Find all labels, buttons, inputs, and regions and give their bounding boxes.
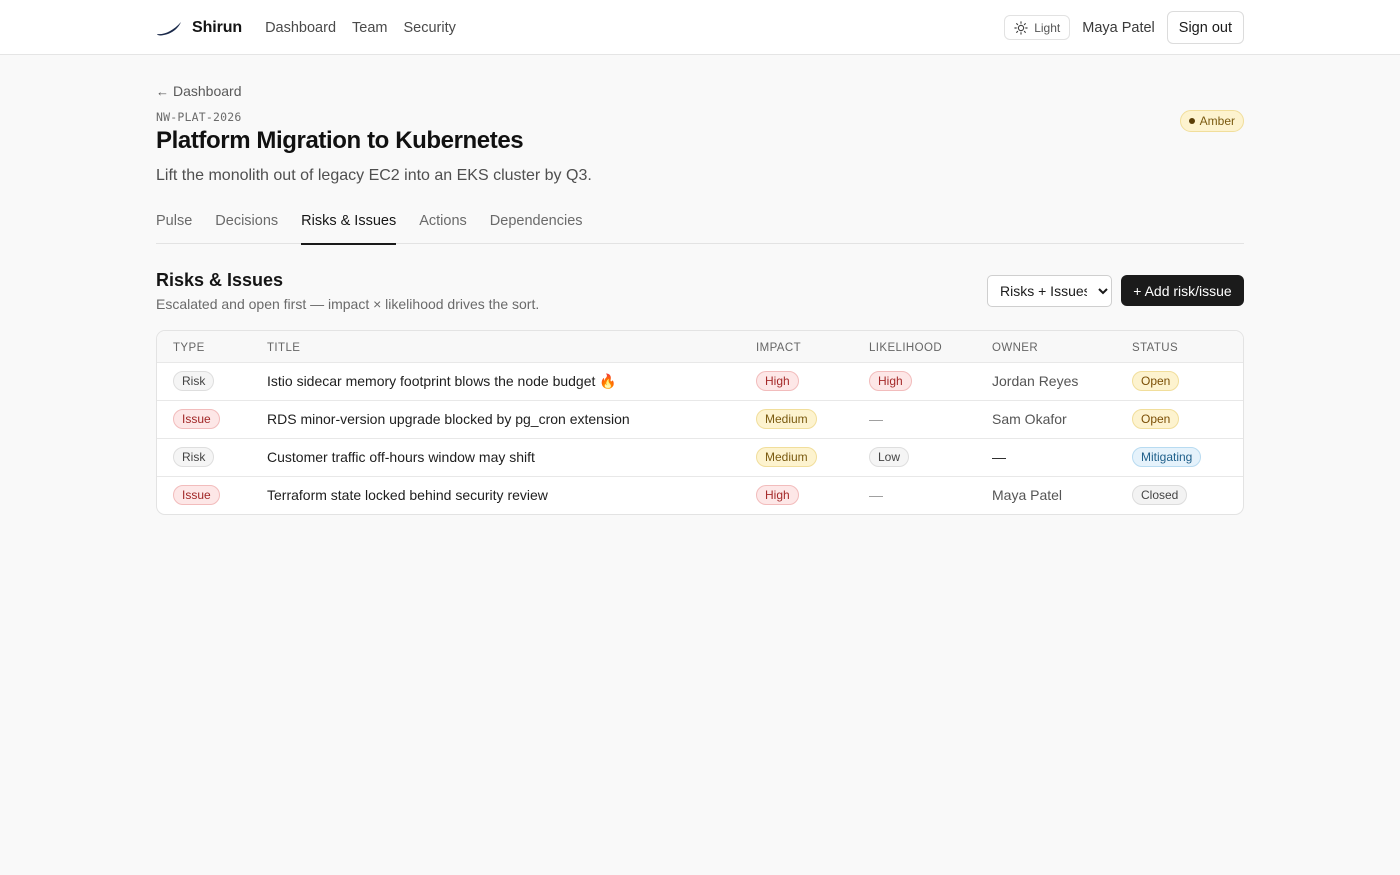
table-row[interactable]: Issue RDS minor-version upgrade blocked …: [157, 400, 1243, 438]
impact-badge: Medium: [756, 409, 817, 429]
likelihood-empty: —: [869, 487, 883, 504]
nav-link-dashboard[interactable]: Dashboard: [265, 20, 336, 36]
brand[interactable]: Shirun: [156, 19, 242, 37]
rag-status-badge: Amber: [1179, 110, 1244, 132]
project-code: NW-PLAT-2026: [156, 110, 242, 124]
impact-badge: High: [756, 371, 799, 391]
type-badge: Issue: [173, 409, 220, 429]
status-badge: Closed: [1132, 485, 1188, 506]
likelihood-badge: High: [869, 371, 912, 391]
row-title: Istio sidecar memory footprint blows the…: [267, 372, 596, 389]
col-header-type[interactable]: TYPE: [157, 331, 267, 362]
owner-cell: Sam Okafor: [992, 411, 1067, 427]
type-badge: Risk: [173, 371, 215, 391]
project-tabs: Pulse Decisions Risks & Issues Actions D…: [156, 206, 1244, 245]
arrow-left-icon: ←: [156, 83, 169, 99]
risks-issues-table: TYPE TITLE IMPACT LIKELIHOOD OWNER STATU…: [156, 330, 1244, 515]
section-title: Risks & Issues: [156, 270, 284, 290]
status-badge: Open: [1132, 371, 1180, 391]
row-title-cell[interactable]: RDS minor-version upgrade blocked by pg_…: [267, 400, 756, 438]
status-badge: Open: [1132, 409, 1180, 429]
col-header-owner[interactable]: OWNER: [992, 331, 1132, 362]
status-dot-icon: [1188, 118, 1195, 124]
tab-pulse[interactable]: Pulse: [156, 206, 192, 244]
likelihood-empty: —: [869, 411, 883, 427]
row-title: Customer traffic off-hours window may sh…: [267, 449, 535, 465]
tab-actions[interactable]: Actions: [419, 206, 467, 244]
row-title-cell[interactable]: Customer traffic off-hours window may sh…: [267, 438, 756, 476]
owner-cell: Maya Patel: [992, 487, 1063, 504]
col-header-status[interactable]: STATUS: [1132, 331, 1243, 362]
brand-logo-icon: [157, 21, 181, 36]
table-row[interactable]: Issue Terraform state locked behind secu…: [157, 476, 1243, 514]
navbar-inner: Shirun Dashboard Team Security Light May…: [156, 0, 1244, 55]
status-badge: Mitigating: [1132, 447, 1202, 467]
owner-cell: Jordan Reyes: [992, 373, 1079, 389]
section-description: Escalated and open first — impact × like…: [156, 296, 540, 312]
navbar-right: Light Maya Patel Sign out: [1004, 11, 1244, 44]
risks-table: TYPE TITLE IMPACT LIKELIHOOD OWNER STATU…: [157, 331, 1243, 514]
col-header-impact[interactable]: IMPACT: [756, 331, 869, 362]
owner-cell: —: [992, 449, 1006, 465]
col-header-likelihood[interactable]: LIKELIHOOD: [869, 331, 992, 362]
row-title-cell[interactable]: Terraform state locked behind security r…: [267, 476, 756, 514]
row-title: RDS minor-version upgrade blocked by pg_…: [267, 411, 630, 427]
tab-decisions[interactable]: Decisions: [215, 206, 278, 244]
nav-link-security[interactable]: Security: [403, 20, 455, 36]
top-navbar: Shirun Dashboard Team Security Light May…: [0, 0, 1400, 55]
page-subtitle: Lift the monolith out of legacy EC2 into…: [156, 167, 592, 184]
current-user-name: Maya Patel: [1082, 19, 1155, 36]
type-filter-select[interactable]: Risks + Issues: [987, 275, 1112, 307]
theme-toggle-label: Light: [1034, 20, 1061, 35]
row-title: Terraform state locked behind security r…: [267, 487, 548, 504]
back-to-dashboard-link[interactable]: ← Dashboard: [156, 83, 242, 99]
theme-toggle-button[interactable]: Light: [1004, 15, 1071, 40]
table-row[interactable]: Risk Customer traffic off-hours window m…: [157, 438, 1243, 476]
row-title-cell[interactable]: Istio sidecar memory footprint blows the…: [267, 362, 756, 400]
nav-link-team[interactable]: Team: [352, 20, 387, 36]
rag-status-label: Amber: [1199, 114, 1235, 128]
page-title: Platform Migration to Kubernetes: [156, 127, 524, 154]
brand-name: Shirun: [192, 18, 243, 36]
fire-icon: 🔥: [599, 372, 617, 389]
sign-out-button[interactable]: Sign out: [1166, 11, 1244, 44]
type-badge: Risk: [173, 447, 215, 467]
sun-icon: [1014, 20, 1028, 35]
back-link-label: Dashboard: [173, 83, 242, 99]
type-badge: Issue: [173, 485, 220, 506]
col-header-title[interactable]: TITLE: [267, 331, 756, 362]
tab-dependencies[interactable]: Dependencies: [490, 206, 583, 244]
table-row[interactable]: Risk Istio sidecar memory footprint blow…: [157, 362, 1243, 400]
add-risk-issue-button[interactable]: + Add risk/issue: [1121, 275, 1244, 306]
impact-badge: High: [756, 485, 799, 506]
main-nav: Dashboard Team Security: [265, 20, 456, 36]
likelihood-badge: Low: [869, 447, 910, 467]
table-header-row: TYPE TITLE IMPACT LIKELIHOOD OWNER STATU…: [157, 331, 1243, 362]
impact-badge: Medium: [756, 447, 817, 467]
tab-risks-issues[interactable]: Risks & Issues: [301, 206, 397, 245]
